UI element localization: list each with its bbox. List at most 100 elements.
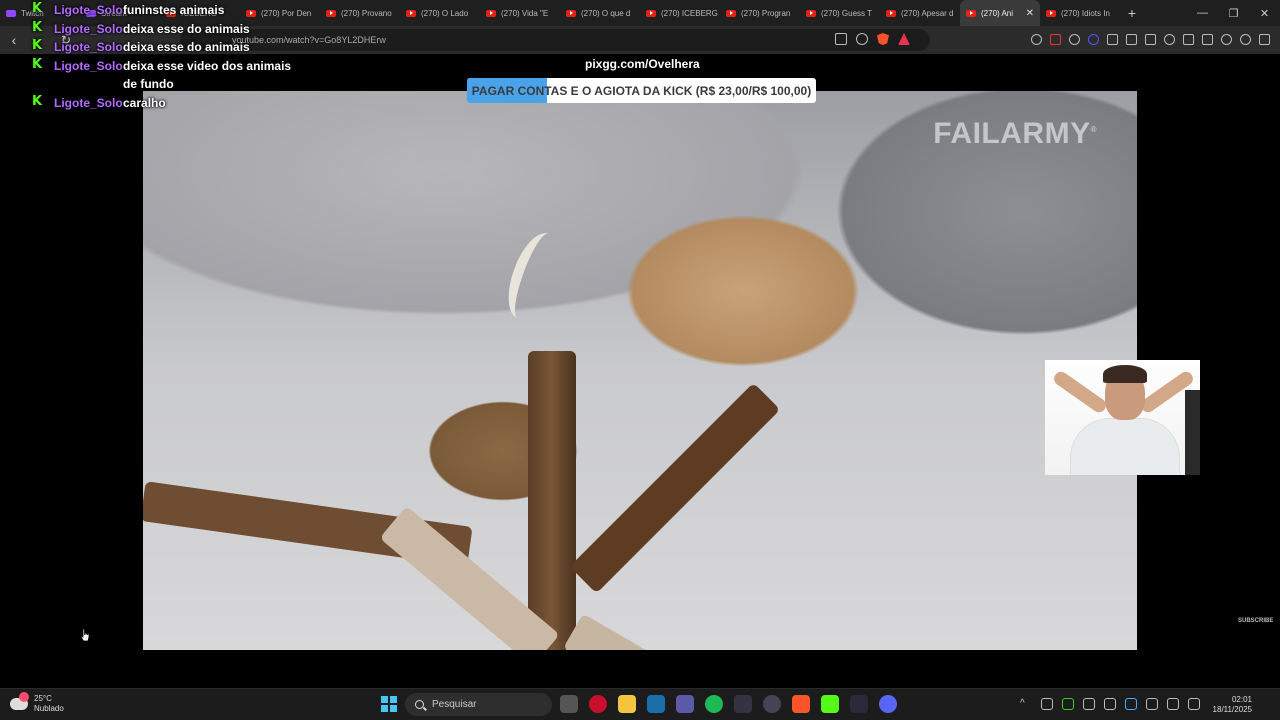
screen: Twitch Stream ICEBERG (270) Por Den (270) Pr… <box>0 0 1280 720</box>
opera-icon[interactable] <box>589 695 607 713</box>
clock[interactable]: 02:01 18/11/2025 <box>1213 695 1252 715</box>
extension-icons <box>1031 34 1270 45</box>
vpn-icon[interactable] <box>1240 34 1251 45</box>
music-icon[interactable] <box>1164 34 1175 45</box>
youtube-icon <box>646 9 656 17</box>
browser-tab[interactable]: (270) Ani ✕ <box>960 0 1040 26</box>
windows-taskbar: 25°C Nublado Pesquisar ^ 02:01 18/11/202… <box>0 688 1280 720</box>
tray-icon[interactable] <box>1041 698 1053 710</box>
browser-tab[interactable]: (270) O que d <box>560 0 640 26</box>
new-tab-button[interactable]: + <box>1120 5 1144 21</box>
youtube-icon <box>806 9 816 17</box>
cast-icon[interactable] <box>835 33 847 45</box>
network-icon[interactable] <box>1167 698 1179 710</box>
chat-text: deixa esse do animais <box>123 40 250 54</box>
browser-tab[interactable]: (270) Provano <box>320 0 400 26</box>
video-frame: FAILARMY® <box>143 91 1137 650</box>
chat-message: Ligote_Solocaralho <box>30 93 300 113</box>
spotify-icon[interactable] <box>705 695 723 713</box>
kick-badge-icon <box>32 56 42 75</box>
hand-cursor-icon <box>80 628 90 642</box>
system-tray: ^ <box>1020 698 1200 710</box>
chat-text: caralho <box>123 95 166 110</box>
close-tab-icon[interactable]: ✕ <box>1026 8 1034 19</box>
kick-badge-icon <box>32 93 42 112</box>
chat-message: Ligote_Solofuninstes animais <box>30 0 300 20</box>
brave-icon[interactable] <box>792 695 810 713</box>
youtube-icon <box>406 9 416 17</box>
chat-overlay: Ligote_Solofuninstes animaisLigote_Solod… <box>30 0 300 113</box>
kick-icon[interactable] <box>821 695 839 713</box>
task-view-icon[interactable] <box>560 695 578 713</box>
app-icon[interactable] <box>734 695 752 713</box>
youtube-icon <box>726 9 736 17</box>
app-icon[interactable] <box>763 695 781 713</box>
windows-start-icon[interactable] <box>381 696 397 712</box>
leo-ai-icon[interactable] <box>1221 34 1232 45</box>
bluetooth-icon[interactable] <box>1125 698 1137 710</box>
microphone-icon[interactable] <box>1146 698 1158 710</box>
tray-icon[interactable] <box>1062 698 1074 710</box>
tray-icon[interactable] <box>1104 698 1116 710</box>
extension-icon[interactable] <box>1050 34 1061 45</box>
menu-icon[interactable] <box>1259 34 1270 45</box>
chat-username: Ligote_Solo <box>54 58 123 73</box>
wooden-log <box>563 613 687 650</box>
taskbar-search[interactable]: Pesquisar <box>405 693 552 716</box>
clock-date: 18/11/2025 <box>1212 705 1252 714</box>
search-icon <box>415 700 424 709</box>
donation-goal-bar: PAGAR CONTAS E O AGIOTA DA KICK (R$ 23,0… <box>467 78 816 103</box>
arm <box>1051 369 1109 415</box>
screenshot-icon[interactable] <box>1145 34 1156 45</box>
sidebar-icon[interactable] <box>1183 34 1194 45</box>
close-window-icon[interactable]: ✕ <box>1249 7 1280 20</box>
subscribe-watermark: SUBSCRIBE <box>1238 618 1274 624</box>
browser-tab[interactable]: (270) Guess T <box>800 0 880 26</box>
browser-tab[interactable]: (270) Progran <box>720 0 800 26</box>
maximize-icon[interactable]: ❐ <box>1218 7 1249 20</box>
tab-label: (270) O que d <box>581 8 631 18</box>
youtube-icon <box>326 9 336 17</box>
browser-tab[interactable]: (270) Vida "E <box>480 0 560 26</box>
app-icon[interactable] <box>850 695 868 713</box>
chat-username: Ligote_Solo <box>54 3 123 17</box>
streamer-webcam <box>1045 360 1200 475</box>
volume-icon[interactable] <box>1188 698 1200 710</box>
extension-icon[interactable] <box>1069 34 1080 45</box>
chat-message: Ligote_Solodeixa esse do animais <box>30 37 300 57</box>
weather-widget[interactable]: 25°C Nublado <box>10 692 64 714</box>
browser-tab[interactable]: (270) Apesar d <box>880 0 960 26</box>
hair <box>1103 365 1147 383</box>
minimize-icon[interactable]: — <box>1187 7 1218 20</box>
tab-label: (270) Apesar d <box>901 8 954 18</box>
browser-tab[interactable]: (270) Idiots In <box>1040 0 1120 26</box>
chat-message: Ligote_Solodeixa esse do animais <box>30 19 300 39</box>
wooden-post <box>528 351 576 650</box>
clock-time: 02:01 <box>1231 695 1252 704</box>
chat-username: Ligote_Solo <box>54 40 123 54</box>
brave-shields-icon[interactable] <box>877 33 889 45</box>
tray-icon[interactable] <box>1083 698 1095 710</box>
youtube-icon <box>966 9 976 17</box>
share-icon[interactable] <box>856 33 868 45</box>
extension-icon[interactable] <box>1031 34 1042 45</box>
youtube-icon <box>1046 9 1056 17</box>
chevron-up-icon[interactable]: ^ <box>1020 698 1032 710</box>
chair <box>1185 390 1200 475</box>
tab-label: (270) Progran <box>741 8 791 18</box>
file-explorer-icon[interactable] <box>618 695 636 713</box>
extension-icon[interactable] <box>1088 34 1099 45</box>
discord-icon[interactable] <box>879 695 897 713</box>
browser-tab[interactable]: (270) O Lado <box>400 0 480 26</box>
app-icon[interactable] <box>676 695 694 713</box>
steam-icon[interactable] <box>647 695 665 713</box>
puzzle-icon[interactable] <box>1126 34 1137 45</box>
wallet-icon[interactable] <box>1202 34 1213 45</box>
youtube-icon <box>566 9 576 17</box>
extension-icon[interactable] <box>1107 34 1118 45</box>
chat-username: Ligote_Solo <box>54 95 123 110</box>
browser-tab[interactable]: (270) ICEBERG <box>640 0 720 26</box>
back-icon[interactable]: ‹ <box>4 32 24 48</box>
brave-rewards-icon[interactable] <box>898 33 910 45</box>
kick-badge-icon <box>32 37 42 56</box>
